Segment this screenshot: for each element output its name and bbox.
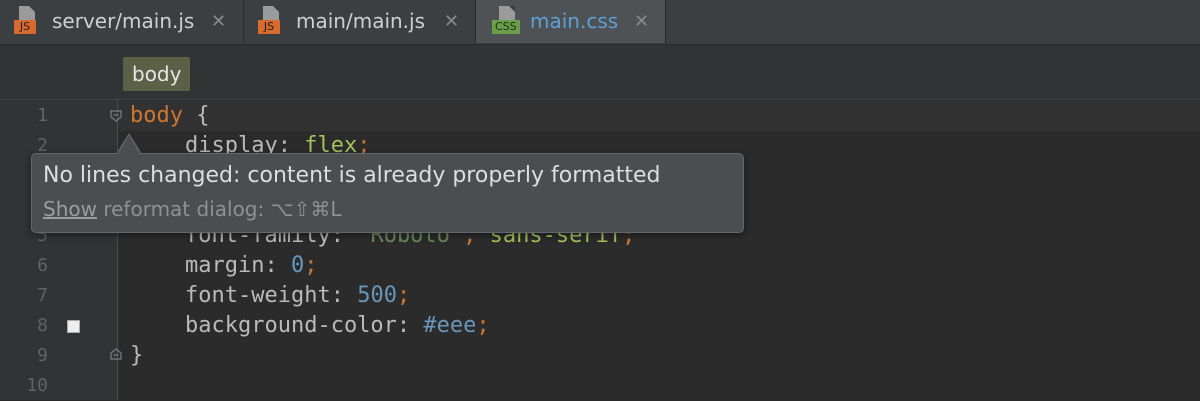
close-icon[interactable]: ✕ bbox=[444, 0, 459, 43]
line-number: 10 bbox=[26, 375, 48, 396]
tab-label: main.css bbox=[530, 9, 619, 33]
current-line-highlight bbox=[118, 101, 1200, 131]
editor-tab-bar: JS server/main.js ✕ JS main/main.js ✕ CS… bbox=[0, 0, 1200, 45]
hint-subtext: Show reformat dialog: ⌥⇧⌘L bbox=[43, 197, 342, 221]
js-file-icon: JS bbox=[258, 6, 284, 36]
breadcrumb-item-body[interactable]: body bbox=[123, 57, 191, 91]
code-line-7: font-weight: 500; bbox=[185, 283, 411, 308]
fold-end-icon[interactable] bbox=[110, 348, 122, 360]
hint-pointer-fill bbox=[118, 135, 140, 154]
hint-shortcut-text: reformat dialog: ⌥⇧⌘L bbox=[96, 197, 342, 221]
close-icon[interactable]: ✕ bbox=[634, 0, 649, 43]
reformat-hint-popup: No lines changed: content is already pro… bbox=[31, 153, 744, 233]
js-file-icon: JS bbox=[14, 6, 40, 36]
show-reformat-dialog-link[interactable]: Show bbox=[43, 197, 97, 221]
line-number: 6 bbox=[37, 255, 48, 276]
code-line-1: body { bbox=[130, 103, 210, 128]
line-number: 1 bbox=[37, 105, 48, 126]
code-line-6: margin: 0; bbox=[185, 253, 318, 278]
line-number: 9 bbox=[37, 345, 48, 366]
tab-label: server/main.js bbox=[52, 9, 195, 33]
tab-main-main-js[interactable]: JS main/main.js ✕ bbox=[244, 0, 476, 43]
tab-label: main/main.js bbox=[296, 9, 426, 33]
tab-server-main-js[interactable]: JS server/main.js ✕ bbox=[0, 0, 244, 43]
close-icon[interactable]: ✕ bbox=[211, 0, 226, 43]
code-line-9: } bbox=[130, 343, 144, 368]
css-file-icon: CSS bbox=[492, 6, 520, 36]
line-number: 8 bbox=[37, 315, 48, 336]
code-editor[interactable]: 1 2 3 4 5 6 7 8 9 10 body { display: fle… bbox=[0, 100, 1200, 400]
fold-collapse-icon[interactable] bbox=[110, 110, 122, 122]
breadcrumb: body bbox=[0, 45, 1200, 100]
line-number: 7 bbox=[37, 285, 48, 306]
color-preview-icon[interactable] bbox=[67, 320, 80, 333]
tab-main-css[interactable]: CSS main.css ✕ bbox=[476, 0, 666, 43]
hint-message: No lines changed: content is already pro… bbox=[43, 163, 661, 188]
code-line-8: background-color: #eee; bbox=[185, 313, 490, 338]
